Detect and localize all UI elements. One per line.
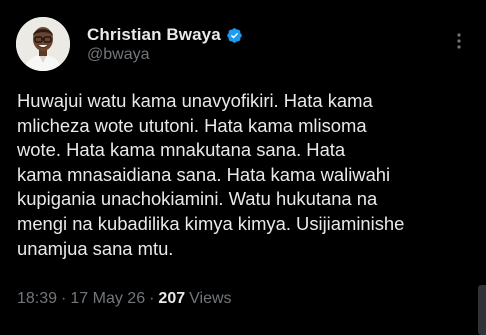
author-display-name[interactable]: Christian Bwaya	[87, 25, 221, 45]
tweet-time[interactable]: 18:39	[17, 290, 57, 308]
views-label: Views	[189, 290, 232, 307]
tweet-date[interactable]: 17 May 26	[70, 290, 145, 308]
tweet-meta: 18:39 · 17 May 26 · 207 Views	[17, 290, 232, 308]
verified-badge-icon[interactable]	[226, 27, 243, 44]
avatar-photo-icon	[16, 17, 70, 71]
avatar[interactable]	[16, 17, 70, 71]
tweet-card: Christian Bwaya @bwaya Huwajui watu kama…	[0, 0, 486, 335]
meta-separator: ·	[149, 290, 155, 307]
views-count: 207	[158, 290, 186, 307]
meta-separator: ·	[61, 290, 67, 307]
author-name-row[interactable]: Christian Bwaya	[87, 24, 243, 46]
author-handle[interactable]: @bwaya	[87, 46, 150, 64]
more-options-icon[interactable]	[448, 30, 470, 52]
tweet-text: Huwajui watu kama unavyofikiri. Hata kam…	[17, 90, 405, 259]
scrollbar-edge	[478, 285, 486, 335]
